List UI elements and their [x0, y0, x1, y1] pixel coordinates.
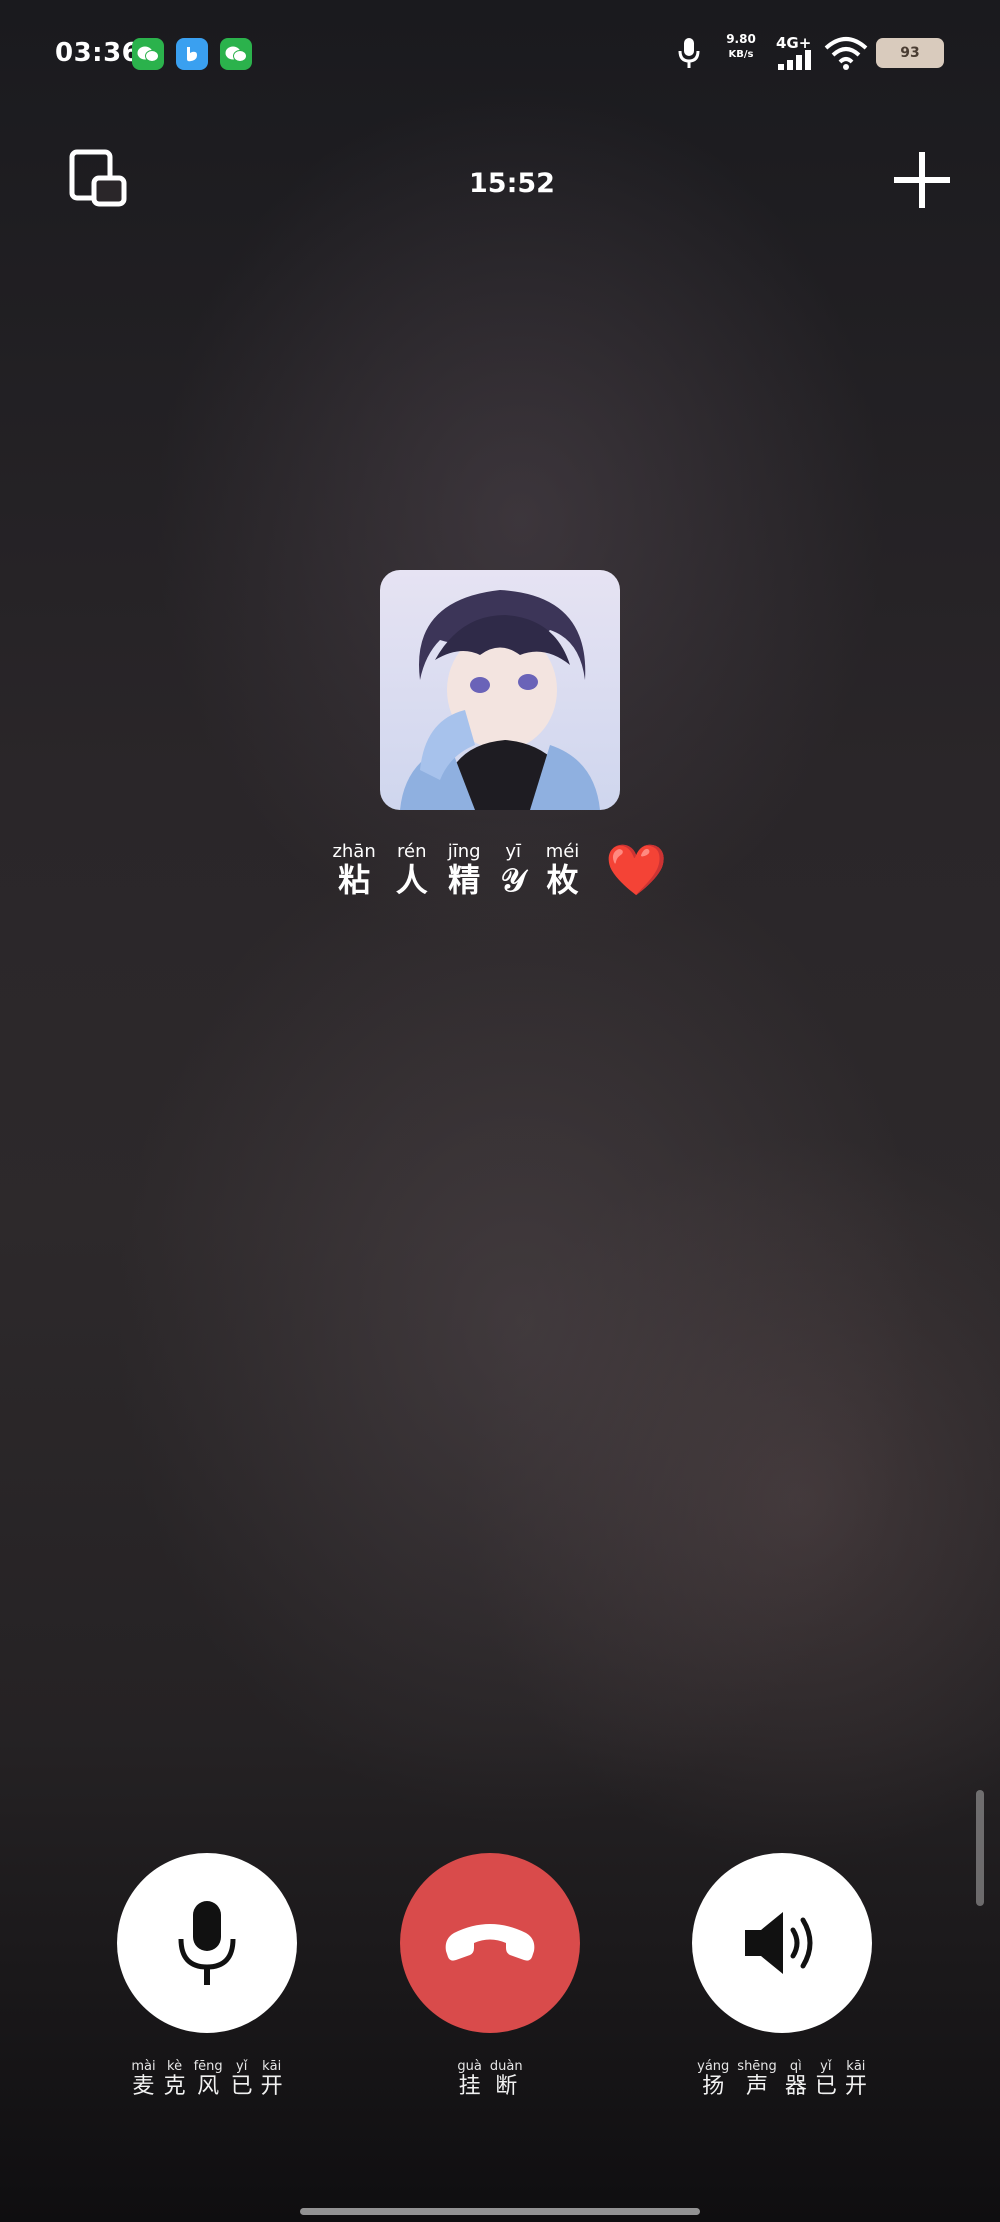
scrollbar[interactable] — [976, 1790, 984, 1906]
microphone-status-icon — [675, 36, 703, 74]
speaker-label: yáng 扬 shēng 声 qì 器 yǐ 已 kāi 开 — [697, 2059, 867, 2100]
status-time: 03:36 — [55, 38, 141, 68]
wifi-icon — [824, 36, 868, 74]
call-duration: 15:52 — [469, 168, 555, 199]
name-char: méi 枚 — [545, 841, 580, 899]
caller-name: zhān 粘 rén 人 jīng 精 yī 𝒴 méi 枚 ❤️ — [0, 841, 1000, 899]
microphone-label: mài 麦 kè 克 fēng 风 yǐ 已 kāi 开 — [131, 2059, 283, 2100]
wechat-icon — [220, 38, 252, 70]
microphone-button[interactable] — [117, 1853, 297, 2033]
wechat-icon — [132, 38, 164, 70]
speaker-icon — [745, 1912, 813, 1974]
caller-avatar — [380, 570, 620, 810]
hang-up-button[interactable] — [400, 1853, 580, 2033]
signal-icon — [778, 50, 814, 74]
name-char: yī 𝒴 — [500, 841, 526, 899]
hang-up-phone-icon — [445, 1924, 535, 1961]
name-char: zhān 粘 — [332, 841, 376, 899]
net-speed: 9.80 KB/s — [726, 32, 756, 60]
microphone-icon — [178, 1901, 236, 1985]
heart-emoji: ❤️ — [605, 841, 668, 899]
name-char: jīng 精 — [447, 841, 481, 899]
status-bar: 03:36 9.80 KB/s 4G+ 93 — [0, 0, 1000, 110]
add-participant-icon[interactable] — [892, 150, 952, 210]
bluebird-icon — [176, 38, 208, 70]
speaker-button[interactable] — [692, 1853, 872, 2033]
name-char: rén 人 — [395, 841, 428, 899]
home-indicator[interactable] — [300, 2208, 700, 2215]
battery-indicator: 93 — [876, 38, 944, 68]
hang-up-label: guà 挂 duàn 断 — [457, 2059, 523, 2100]
